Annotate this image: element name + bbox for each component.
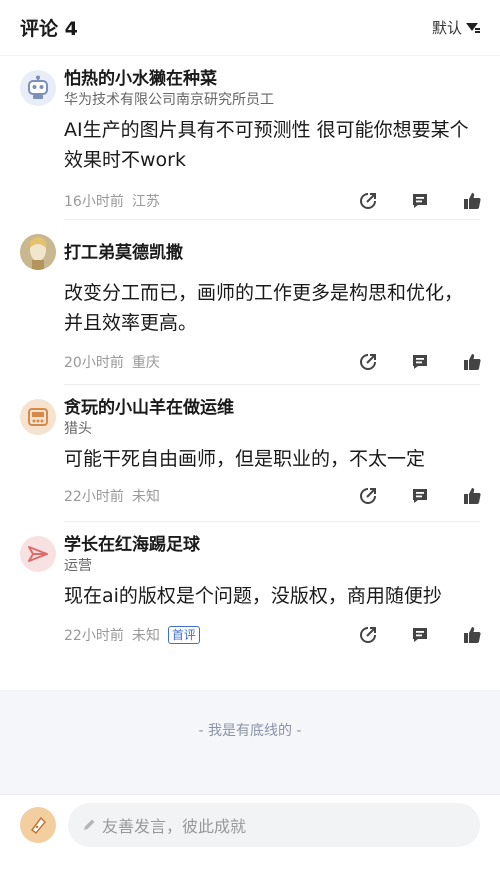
share-icon[interactable] — [356, 623, 380, 647]
share-icon[interactable] — [356, 189, 380, 213]
comment-meta: 16小时前 江苏 — [64, 179, 481, 223]
comment-input-bar: 友善发言，彼此成就 — [0, 794, 500, 873]
comment-author-role: 华为技术有限公司南京研究所员工 — [64, 92, 274, 108]
comment-author-role: 运营 — [64, 558, 92, 574]
comment-time: 20小时前 — [64, 355, 124, 371]
robot-icon — [28, 75, 48, 99]
pencil-icon — [84, 819, 95, 830]
like-icon[interactable] — [460, 484, 484, 508]
first-comment-badge: 首评 — [167, 626, 200, 644]
end-of-list-text: - 我是有底线的 - — [198, 723, 302, 739]
comment-input-placeholder: 友善发言，彼此成就 — [102, 817, 247, 836]
reply-icon[interactable] — [408, 484, 432, 508]
comment-location: 未知 — [131, 628, 160, 644]
comment-author[interactable]: 学长在红海踢足球 — [64, 534, 480, 556]
comment-meta: 20小时前 重庆 — [64, 340, 481, 384]
avatar[interactable] — [20, 536, 56, 572]
comment-location: 未知 — [131, 489, 160, 505]
like-icon[interactable] — [460, 189, 484, 213]
comment-text: 可能干死自由画师，但是职业的，不太一定 — [64, 448, 426, 470]
avatar[interactable] — [20, 399, 56, 435]
list-footer — [0, 690, 500, 794]
comment-location: 江苏 — [131, 194, 160, 210]
sort-label: 默认 — [431, 19, 462, 37]
comment-author[interactable]: 怕热的小水獭在种菜 — [64, 68, 480, 90]
comment-location: 重庆 — [131, 355, 160, 371]
comment-author-role: 猎头 — [64, 421, 92, 437]
avatar[interactable] — [20, 234, 56, 270]
comment-text: 改变分工而已，画师的工作更多是构思和优化，并且效率更高。 — [64, 282, 464, 334]
filter-icon — [466, 21, 480, 35]
comment-time: 22小时前 — [64, 628, 124, 644]
current-user-avatar[interactable] — [20, 807, 56, 843]
list-item: 怕热的小水獭在种菜 华为技术有限公司南京研究所员工 AI生产的图片具有不可预测性… — [0, 56, 500, 220]
comment-meta: 22小时前 未知 首评 — [64, 613, 481, 657]
list-item: 贪玩的小山羊在做运维 猎头 可能干死自由画师，但是职业的，不太一定 22小时前 … — [0, 385, 500, 522]
comment-list: 怕热的小水獭在种菜 华为技术有限公司南京研究所员工 AI生产的图片具有不可预测性… — [0, 56, 500, 690]
reply-icon[interactable] — [408, 623, 432, 647]
comment-time: 22小时前 — [64, 489, 124, 505]
avatar[interactable] — [20, 70, 56, 106]
like-icon[interactable] — [460, 350, 484, 374]
comments-header: 评论 4 默认 — [0, 0, 500, 56]
share-icon[interactable] — [356, 350, 380, 374]
like-icon[interactable] — [460, 623, 484, 647]
share-icon[interactable] — [356, 484, 380, 508]
list-item: 学长在红海踢足球 运营 现在ai的版权是个问题，没版权，商用随便抄 22小时前 … — [0, 522, 500, 690]
comment-time: 16小时前 — [64, 194, 124, 210]
comment-text: 现在ai的版权是个问题，没版权，商用随便抄 — [64, 585, 442, 607]
character-icon — [20, 234, 56, 270]
comment-text: AI生产的图片具有不可预测性 很可能你想要某个效果时不work — [64, 119, 469, 171]
comments-title: 评论 4 — [20, 18, 78, 40]
comment-author[interactable]: 打工弟莫德凯撒 — [64, 242, 480, 264]
radio-icon — [28, 408, 48, 426]
reply-icon[interactable] — [408, 189, 432, 213]
paper-plane-icon — [28, 546, 48, 562]
comment-input[interactable]: 友善发言，彼此成就 — [68, 803, 480, 847]
list-item: 打工弟莫德凯撒 改变分工而已，画师的工作更多是构思和优化，并且效率更高。 20小… — [0, 220, 500, 385]
user-avatar-icon — [30, 816, 47, 835]
comment-meta: 22小时前 未知 — [64, 474, 481, 518]
comment-author[interactable]: 贪玩的小山羊在做运维 — [64, 397, 480, 419]
sort-dropdown[interactable]: 默认 — [432, 17, 480, 38]
reply-icon[interactable] — [408, 350, 432, 374]
